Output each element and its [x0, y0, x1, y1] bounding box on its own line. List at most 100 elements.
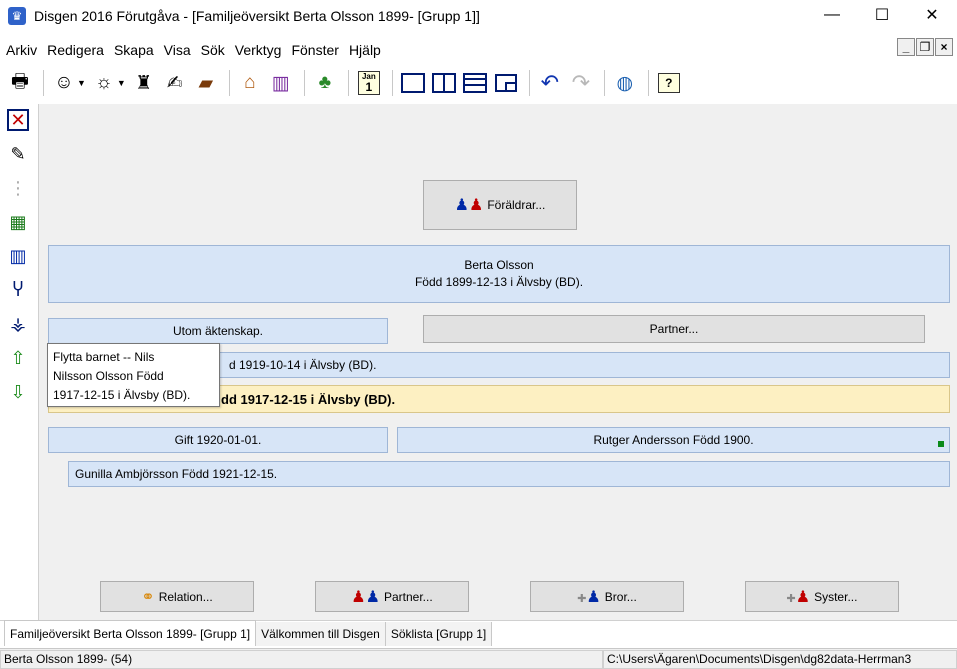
chevron-down-icon[interactable]: ▼ [117, 78, 126, 88]
document-edit-icon[interactable]: ✎ [4, 140, 32, 168]
ancestors-tree-icon[interactable]: Ⴤ [4, 276, 32, 304]
child-birth-text: d 1919-10-14 i Älvsby (BD). [229, 358, 377, 372]
document-tabs: Familjeöversikt Berta Olsson 1899- [Grup… [0, 620, 957, 646]
split-vertical-icon[interactable] [430, 69, 458, 97]
spouse-panel[interactable]: Rutger Andersson Född 1900. [397, 427, 950, 453]
binoculars-icon[interactable]: ♜ [130, 69, 158, 97]
mdi-controls: _ ❐ × [897, 38, 953, 56]
minimize-button[interactable]: — [807, 0, 857, 30]
map-icon[interactable]: ♣ [311, 69, 339, 97]
child-name: Gunilla Ambjörsson Född 1921-12-15. [75, 467, 278, 481]
status-database-path: C:\Users\Ägaren\Documents\Disgen\dg82dat… [603, 649, 957, 669]
tooltip: Flytta barnet -- Nils Nilsson Olsson Föd… [47, 343, 220, 407]
mdi-close-button[interactable]: × [935, 38, 953, 56]
cascade-windows-icon[interactable] [492, 69, 520, 97]
tab-family-overview[interactable]: Familjeöversikt Berta Olsson 1899- [Grup… [4, 620, 257, 646]
family-search-icon[interactable]: ▦ [4, 208, 32, 236]
status-current-person: Berta Olsson 1899- (54) [0, 649, 603, 669]
toolbar-separator [647, 70, 649, 96]
move-up-icon[interactable]: ⇧ [4, 344, 32, 372]
toolbar: 🖶 ☺ ▼ ☼ ▼ ♜ ✍ ▰ ⌂ ▥ ♣ Jan 1 ↶ ↷ ◍ ? [0, 64, 957, 102]
status-indicator [938, 441, 944, 447]
sister-label: Syster... [814, 589, 858, 604]
tooltip-line: Nilsson Olsson Född [53, 369, 164, 383]
split-horizontal-icon[interactable] [461, 69, 489, 97]
columns-icon[interactable]: ▥ [4, 242, 32, 270]
relation-label: Relation... [158, 589, 213, 604]
child-row[interactable]: Gunilla Ambjörsson Född 1921-12-15. [68, 461, 950, 487]
tab-welcome[interactable]: Välkommen till Disgen [256, 622, 386, 646]
redo-icon: ↷ [571, 70, 591, 95]
add-female-icon: ✚♟ [786, 588, 811, 606]
couple-icon: ♟♟ [351, 588, 380, 606]
person-name: Berta Olsson [464, 258, 534, 272]
menu-skapa[interactable]: Skapa [110, 42, 158, 58]
menu-hjalp[interactable]: Hjälp [345, 42, 385, 58]
book-icon[interactable]: ▰ [192, 69, 220, 97]
marriage-label: Gift 1920-01-01. [174, 433, 262, 447]
menu-visa[interactable]: Visa [160, 42, 195, 58]
person-birth: Född 1899-12-13 i Älvsby (BD). [414, 275, 584, 289]
home-icon[interactable]: ⌂ [236, 69, 264, 97]
parents-button[interactable]: ♟♟ Föräldrar... [423, 180, 577, 230]
close-button[interactable]: ✕ [907, 0, 957, 30]
add-male-icon: ✚♟ [577, 588, 601, 606]
window-controls: — ☐ ✕ [807, 0, 957, 32]
toolbar-separator [391, 70, 393, 96]
print-icon[interactable]: 🖶 [6, 69, 34, 97]
calendar-icon[interactable]: Jan 1 [355, 69, 383, 97]
menu-sok[interactable]: Sök [197, 42, 229, 58]
move-down-icon[interactable]: ⇩ [4, 378, 32, 406]
menu-fonster[interactable]: Fönster [287, 42, 342, 58]
add-sister-button[interactable]: ✚♟ Syster... [745, 581, 899, 612]
relation-button[interactable]: ⚭ Relation... [100, 581, 254, 612]
globe-icon[interactable]: ◍ [611, 69, 639, 97]
person-face-icon[interactable]: ☺ [50, 69, 78, 97]
window-title: Disgen 2016 Förutgåva - [Familjeöversikt… [34, 8, 480, 24]
side-toolbar: ✕ ✎ ⋮ ▦ ▥ Ⴤ ⚶ ⇧ ⇩ [0, 104, 36, 614]
toolbar-separator [43, 70, 44, 96]
notes-hand-icon[interactable]: ✍ [161, 69, 189, 97]
spouse-name: Rutger Andersson Född 1900. [593, 433, 754, 447]
status-bar: Berta Olsson 1899- (54) C:\Users\Ägaren\… [0, 648, 957, 669]
calendar-day: 1 [365, 80, 373, 94]
toolbar-separator [347, 70, 349, 96]
single-window-icon[interactable] [399, 69, 427, 97]
partner-button-top[interactable]: Partner... [423, 315, 925, 343]
title-bar: ♛ Disgen 2016 Förutgåva - [Familjeöversi… [0, 0, 957, 32]
partner-button[interactable]: ♟♟ Partner... [315, 581, 469, 612]
toolbar-separator [303, 70, 305, 96]
partner-bottom-label: Partner... [383, 589, 433, 604]
disgen-icon[interactable]: ♛ [8, 7, 26, 25]
add-brother-button[interactable]: ✚♟ Bror... [530, 581, 684, 612]
toolbar-separator [603, 70, 605, 96]
child-birth-text: dd 1917-12-15 i Älvsby (BD). [221, 391, 396, 407]
marriage-panel[interactable]: Gift 1920-01-01. [48, 427, 388, 453]
toolbar-separator [228, 70, 230, 96]
maximize-button[interactable]: ☐ [857, 0, 907, 30]
parents-icon: ♟♟ [454, 197, 484, 214]
close-view-icon[interactable]: ✕ [4, 106, 32, 134]
menu-bar: Arkiv Redigera Skapa Visa Sök Verktyg Fö… [0, 38, 957, 62]
tab-search-list[interactable]: Söklista [Grupp 1] [385, 622, 493, 646]
rings-icon: ⚭ [141, 588, 155, 606]
menu-verktyg[interactable]: Verktyg [231, 42, 286, 58]
person-panel[interactable]: Berta Olsson Född 1899-12-13 i Älvsby (B… [48, 245, 950, 303]
chevron-down-icon[interactable]: ▼ [77, 78, 86, 88]
tooltip-line: Flytta barnet -- Nils [53, 350, 155, 364]
mdi-restore-button[interactable]: ❐ [916, 38, 934, 56]
toolbar-separator [528, 70, 530, 96]
menu-arkiv[interactable]: Arkiv [2, 42, 41, 58]
help-icon[interactable]: ? [655, 69, 683, 97]
books-icon[interactable]: ▥ [267, 69, 295, 97]
mdi-minimize-button[interactable]: _ [897, 38, 915, 56]
person-search-icon[interactable]: ☼ [90, 69, 118, 97]
outside-marriage-label: Utom äktenskap. [172, 324, 264, 338]
menu-redigera[interactable]: Redigera [43, 42, 108, 58]
tree-list-icon: ⋮ [9, 177, 27, 198]
descendants-tree-icon[interactable]: ⚶ [4, 310, 32, 338]
outside-marriage-panel[interactable]: Utom äktenskap. [48, 318, 388, 344]
brother-label: Bror... [604, 589, 637, 604]
undo-icon[interactable]: ↶ [536, 69, 564, 97]
partner-label: Partner... [649, 322, 699, 336]
